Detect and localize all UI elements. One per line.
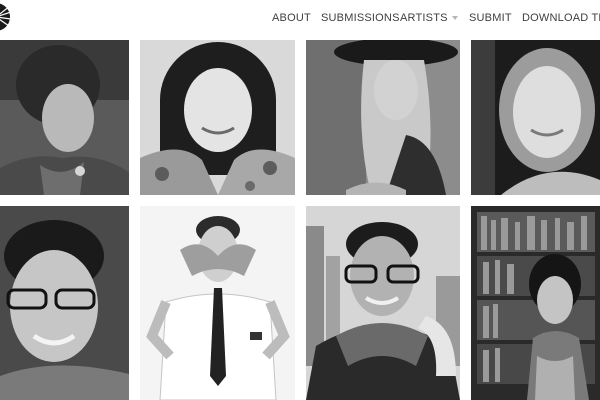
portrait-photo [471,40,600,195]
nav-artists-label: ARTISTS [400,12,448,24]
portrait-photo [306,206,460,400]
nav-download-link[interactable]: DOWNLOAD THE [522,12,600,24]
portrait-tile-smiling-man-glasses[interactable] [0,206,129,400]
portrait-tile-woman-dark-updo[interactable] [0,40,129,195]
portrait-photo [140,40,295,195]
portrait-tile-smiling-woman-long-hair[interactable] [471,40,600,195]
chevron-down-icon [451,16,458,21]
portrait-photo [0,206,129,400]
nav-artists-dropdown[interactable]: ARTISTS [400,12,458,24]
portrait-photo [306,40,460,195]
site-header: ABOUT SUBMISSIONS ARTISTS SUBMIT DOWNLOA… [0,0,600,40]
striped-fan-logo-icon [0,3,12,31]
nav-submit-link[interactable]: SUBMIT [469,12,512,24]
nav-about-link[interactable]: ABOUT [272,12,311,24]
portrait-tile-man-glasses-scarf-city[interactable] [306,206,460,400]
page: ABOUT SUBMISSIONS ARTISTS SUBMIT DOWNLOA… [0,0,600,400]
portrait-photo [140,206,295,400]
portrait-tile-man-covering-eyes[interactable] [140,206,295,400]
portrait-tile-woman-bookshelves[interactable] [471,206,600,400]
nav-submissions-link[interactable]: SUBMISSIONS [321,12,400,24]
site-logo[interactable] [0,2,12,32]
portrait-photo [0,40,129,195]
portrait-tile-woman-wide-hat[interactable] [306,40,460,195]
portrait-photo [471,206,600,400]
portrait-tile-smiling-woman-floral[interactable] [140,40,295,195]
